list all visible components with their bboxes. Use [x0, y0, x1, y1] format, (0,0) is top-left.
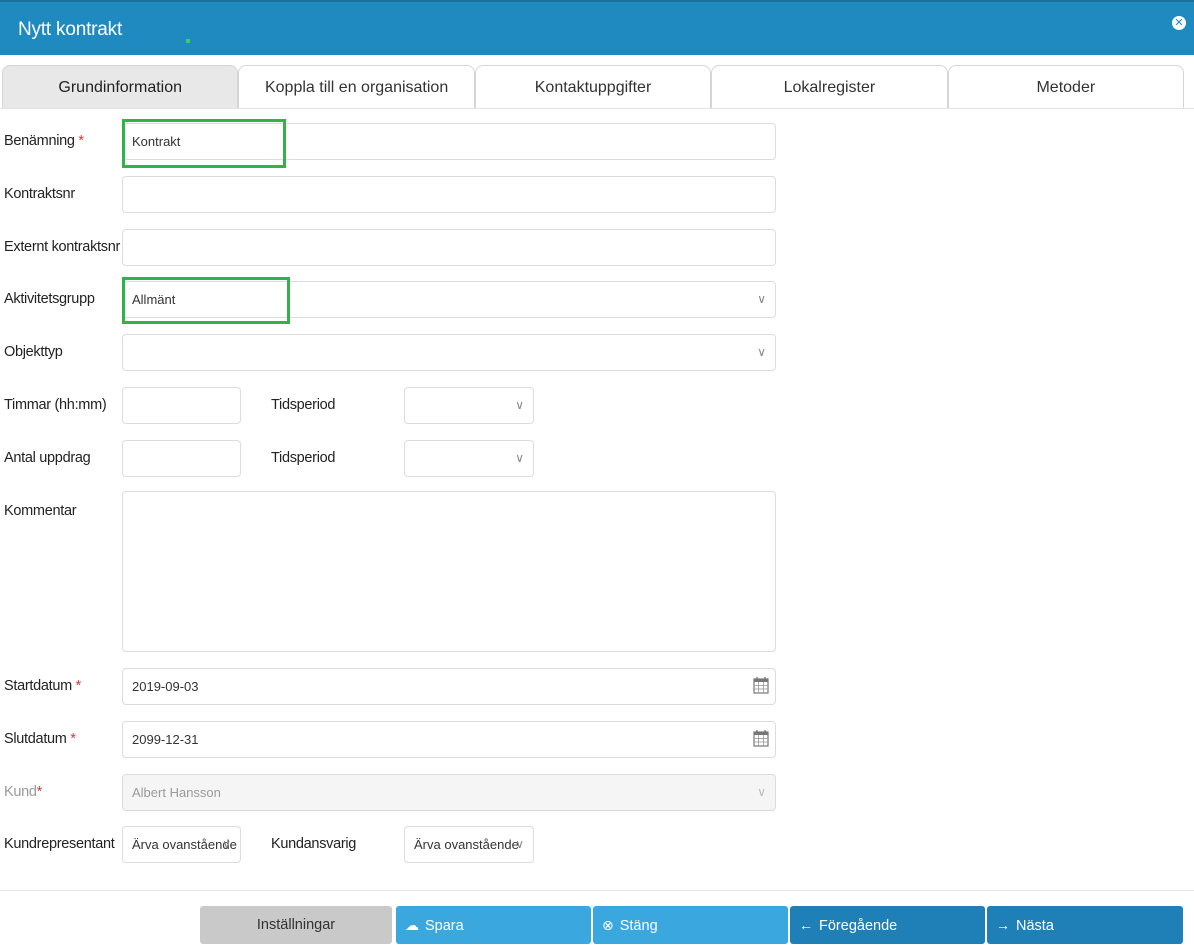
timmar-input[interactable] — [122, 387, 241, 424]
kundrepresentant-label: Kundrepresentant — [4, 836, 115, 852]
chevron-down-icon: ∨ — [757, 292, 766, 306]
kundansvarig-label: Kundansvarig — [271, 836, 357, 852]
highlight-box — [122, 119, 286, 168]
chevron-down-icon: ∨ — [515, 837, 524, 851]
foregaende-button[interactable]: ← Föregående — [790, 906, 985, 944]
calendar-icon[interactable] — [753, 729, 769, 747]
tab-grundinformation[interactable]: Grundinformation — [2, 65, 239, 108]
required-mark: * — [36, 784, 43, 800]
kund-label: Kund* — [4, 784, 42, 800]
dialog-titlebar: Nytt kontrakt ✕ — [0, 0, 1194, 55]
arrow-right-icon: → — [996, 917, 1010, 933]
chevron-down-icon: ∨ — [757, 785, 766, 799]
kundansvarig-select[interactable]: Ärva ovanstående ∨ — [404, 826, 534, 863]
startdatum-label: Startdatum * — [4, 678, 81, 694]
tab-bar: Grundinformation Koppla till en organisa… — [2, 65, 1185, 108]
objekttyp-label: Objekttyp — [4, 344, 63, 360]
installningar-label: Inställningar — [256, 917, 336, 933]
tidsperiod-label: Tidsperiod — [271, 450, 336, 466]
close-icon[interactable]: ✕ — [1172, 16, 1186, 30]
arrow-left-icon: ← — [799, 917, 813, 933]
kontraktsnr-label: Kontraktsnr — [4, 186, 75, 202]
slutdatum-label-text: Slutdatum — [4, 731, 67, 747]
tab-divider — [0, 108, 1194, 109]
foregaende-label: Föregående — [819, 918, 898, 934]
cloud-upload-icon: ☁ — [405, 917, 419, 933]
installningar-button[interactable]: Inställningar — [200, 906, 392, 944]
timmar-tidsperiod-select[interactable]: ∨ — [404, 387, 534, 424]
tab-koppla-till-organisation[interactable]: Koppla till en organisation — [238, 65, 475, 108]
tab-kontaktuppgifter[interactable]: Kontaktuppgifter — [474, 65, 712, 108]
antal-uppdrag-tidsperiod-select[interactable]: ∨ — [404, 440, 534, 477]
antal-uppdrag-label: Antal uppdrag — [4, 450, 91, 466]
required-mark: * — [75, 678, 82, 694]
tidsperiod-label: Tidsperiod — [271, 397, 336, 413]
kund-label-text: Kund — [4, 784, 37, 800]
nasta-label: Nästa — [1016, 918, 1054, 934]
highlight-box — [122, 277, 290, 324]
tab-metoder[interactable]: Metoder — [947, 65, 1185, 108]
kommentar-label: Kommentar — [4, 503, 77, 519]
dialog-title: Nytt kontrakt — [18, 19, 123, 40]
benamning-label-text: Benämning — [4, 133, 75, 149]
chevron-down-icon: ∨ — [222, 837, 231, 851]
chevron-down-icon: ∨ — [757, 345, 766, 359]
nasta-button[interactable]: → Nästa — [987, 906, 1183, 944]
required-mark: * — [78, 133, 84, 149]
chevron-down-icon: ∨ — [515, 451, 524, 465]
kommentar-textarea[interactable] — [122, 491, 776, 652]
slutdatum-input[interactable]: 2099-12-31 — [122, 721, 776, 758]
externt-kontraktsnr-input[interactable] — [122, 229, 776, 266]
slutdatum-value: 2099-12-31 — [132, 732, 199, 747]
benamning-label: Benämning * — [4, 133, 84, 149]
kund-value: Albert Hansson — [132, 785, 221, 800]
antal-uppdrag-input[interactable] — [122, 440, 241, 477]
startdatum-label-text: Startdatum — [4, 678, 72, 694]
stang-button[interactable]: ⊗ Stäng — [593, 906, 788, 944]
calendar-icon[interactable] — [753, 676, 769, 694]
timmar-label: Timmar (hh:mm) — [4, 397, 107, 413]
tab-lokalregister[interactable]: Lokalregister — [711, 65, 948, 108]
kund-select: Albert Hansson ∨ — [122, 774, 776, 811]
spara-button[interactable]: ☁ Spara — [396, 906, 591, 944]
startdatum-input[interactable]: 2019-09-03 — [122, 668, 776, 705]
kontraktsnr-input[interactable] — [122, 176, 776, 213]
kundrepresentant-value: Ärva ovanstående — [132, 837, 237, 852]
slutdatum-label: Slutdatum * — [4, 731, 76, 747]
close-circle-icon: ⊗ — [602, 917, 614, 933]
kundrepresentant-select[interactable]: Ärva ovanstående ∨ — [122, 826, 241, 863]
footer-divider — [0, 890, 1194, 891]
kundansvarig-value: Ärva ovanstående — [414, 837, 519, 852]
spara-label: Spara — [425, 918, 464, 934]
stang-label: Stäng — [619, 918, 658, 934]
required-mark: * — [70, 731, 76, 747]
startdatum-value: 2019-09-03 — [132, 679, 199, 694]
aktivitetsgrupp-label: Aktivitetsgrupp — [4, 291, 95, 307]
externt-kontraktsnr-label: Externt kontraktsnr — [4, 239, 120, 255]
status-dot — [186, 39, 190, 43]
chevron-down-icon: ∨ — [515, 398, 524, 412]
objekttyp-select[interactable]: ∨ — [122, 334, 776, 371]
